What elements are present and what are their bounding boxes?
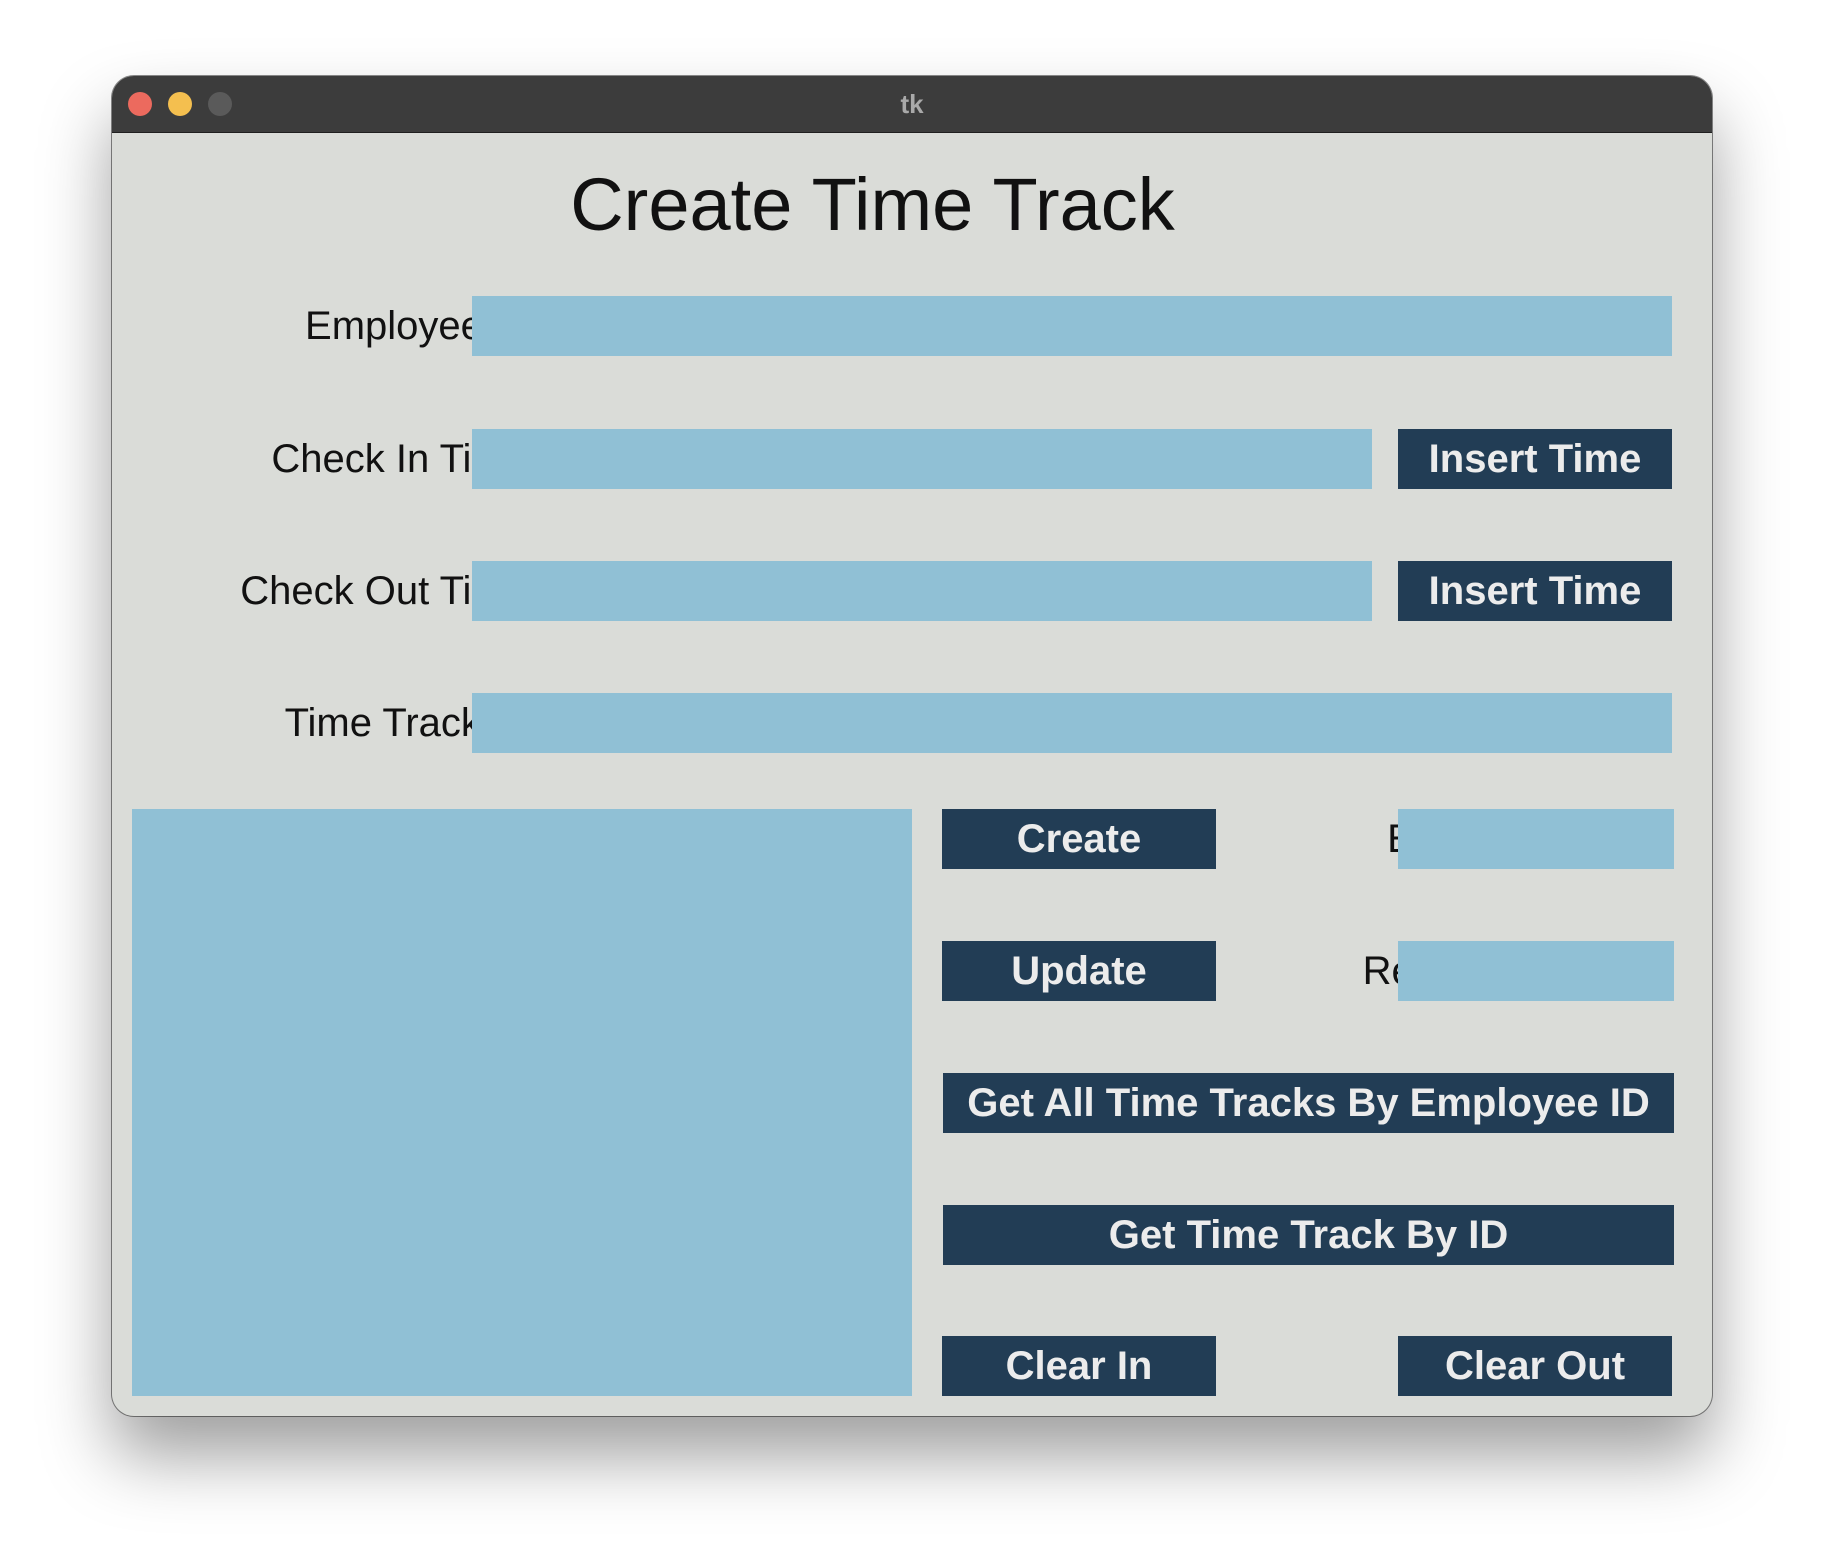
result-field xyxy=(1398,941,1674,1001)
check-out-time-field[interactable] xyxy=(472,561,1372,621)
title-bar[interactable]: tk xyxy=(112,76,1712,133)
insert-check-in-time-button[interactable]: Insert Time xyxy=(1398,429,1672,489)
window-title: tk xyxy=(900,89,924,119)
insert-check-out-time-button[interactable]: Insert Time xyxy=(1398,561,1672,621)
clear-out-button[interactable]: Clear Out xyxy=(1398,1336,1672,1396)
update-button[interactable]: Update xyxy=(942,941,1216,1001)
get-all-time-tracks-by-employee-button[interactable]: Get All Time Tracks By Employee ID xyxy=(943,1073,1674,1133)
check-in-time-field[interactable] xyxy=(472,429,1372,489)
employee-id-field[interactable] xyxy=(472,296,1672,356)
get-time-track-by-id-button[interactable]: Get Time Track By ID xyxy=(943,1205,1674,1265)
output-text-area[interactable] xyxy=(132,809,912,1396)
page-title: Create Time Track xyxy=(570,163,1175,246)
error-field xyxy=(1398,809,1674,869)
check-in-time-label: Check In Time xyxy=(271,437,527,481)
time-track-id-field[interactable] xyxy=(472,693,1672,753)
check-out-time-label: Check Out Time xyxy=(240,569,527,613)
app-window: tk Create Time Track Employee ID Check I… xyxy=(112,76,1712,1416)
clear-in-button[interactable]: Clear In xyxy=(942,1336,1216,1396)
create-button[interactable]: Create xyxy=(942,809,1216,869)
